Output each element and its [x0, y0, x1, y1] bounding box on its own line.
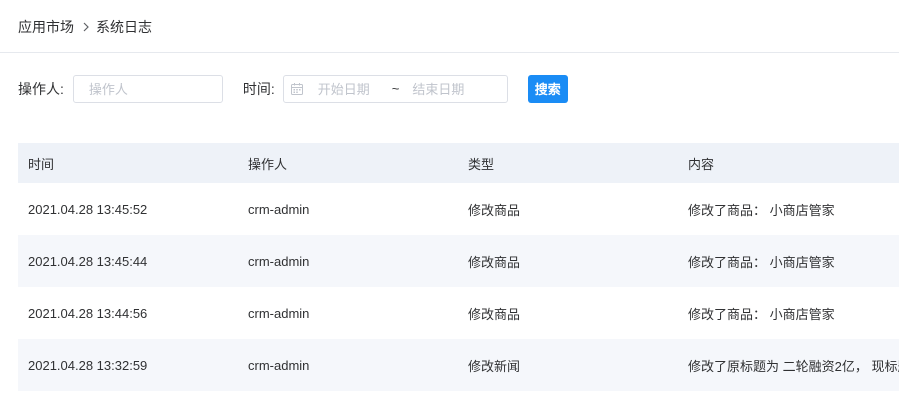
- cell-operator: crm-admin: [248, 357, 310, 373]
- operator-placeholder: 操作人: [88, 82, 128, 97]
- table-row[interactable]: 2021.04.28 13:45:44 crm-admin 修改商品 修改了商品…: [18, 235, 899, 287]
- chevron-right-icon: [82, 22, 90, 32]
- column-header-type: 类型: [468, 156, 495, 172]
- cell-time: 2021.04.28 13:32:59: [28, 357, 148, 373]
- operator-label: 操作人:: [18, 80, 64, 97]
- search-button[interactable]: 搜索: [527, 74, 568, 103]
- operator-input[interactable]: 操作人: [72, 74, 223, 103]
- cell-content: 修改了原标题为 二轮融资2亿， 现标题: [688, 358, 899, 374]
- cell-operator: crm-admin: [248, 305, 310, 321]
- cell-content: 修改了商品： 小商店管家: [688, 306, 835, 322]
- cell-time: 2021.04.28 13:45:44: [28, 253, 148, 269]
- breadcrumb: 应用市场 系统日志: [18, 17, 152, 37]
- end-date-input[interactable]: 结束日期: [412, 79, 464, 98]
- table-row[interactable]: 2021.04.28 13:45:52 crm-admin 修改商品 修改了商品…: [18, 183, 899, 235]
- header-divider: [0, 52, 899, 53]
- breadcrumb-parent[interactable]: 应用市场: [18, 17, 74, 37]
- time-label: 时间:: [242, 80, 275, 97]
- cell-type: 修改商品: [468, 254, 521, 270]
- cell-content: 修改了商品： 小商店管家: [688, 254, 835, 270]
- cell-type: 修改商品: [468, 202, 521, 218]
- breadcrumb-current: 系统日志: [96, 19, 152, 35]
- cell-operator: crm-admin: [248, 253, 310, 269]
- calendar-icon: [290, 82, 304, 96]
- table-row[interactable]: 2021.04.28 13:32:59 crm-admin 修改新闻 修改了原标…: [18, 339, 899, 391]
- cell-content: 修改了商品： 小商店管家: [688, 202, 835, 218]
- cell-time: 2021.04.28 13:45:52: [28, 201, 148, 217]
- table-header: 时间 操作人 类型 内容: [18, 143, 899, 183]
- date-range-picker[interactable]: 开始日期 ~ 结束日期: [282, 74, 508, 103]
- table-row[interactable]: 2021.04.28 13:44:56 crm-admin 修改商品 修改了商品…: [18, 287, 899, 339]
- cell-type: 修改商品: [468, 306, 521, 322]
- start-date-input[interactable]: 开始日期: [318, 79, 376, 98]
- range-separator: ~: [391, 81, 400, 96]
- column-header-time: 时间: [28, 156, 55, 172]
- log-table: 时间 操作人 类型 内容 2021.04.28 13:45:52 crm-adm…: [18, 143, 899, 391]
- column-header-content: 内容: [688, 156, 715, 172]
- cell-time: 2021.04.28 13:44:56: [28, 305, 148, 321]
- filter-bar: 操作人: 操作人 时间: 开始日期 ~ 结束日期 搜索: [18, 74, 568, 103]
- cell-type: 修改新闻: [468, 358, 521, 374]
- cell-operator: crm-admin: [248, 201, 310, 217]
- column-header-operator: 操作人: [248, 156, 288, 172]
